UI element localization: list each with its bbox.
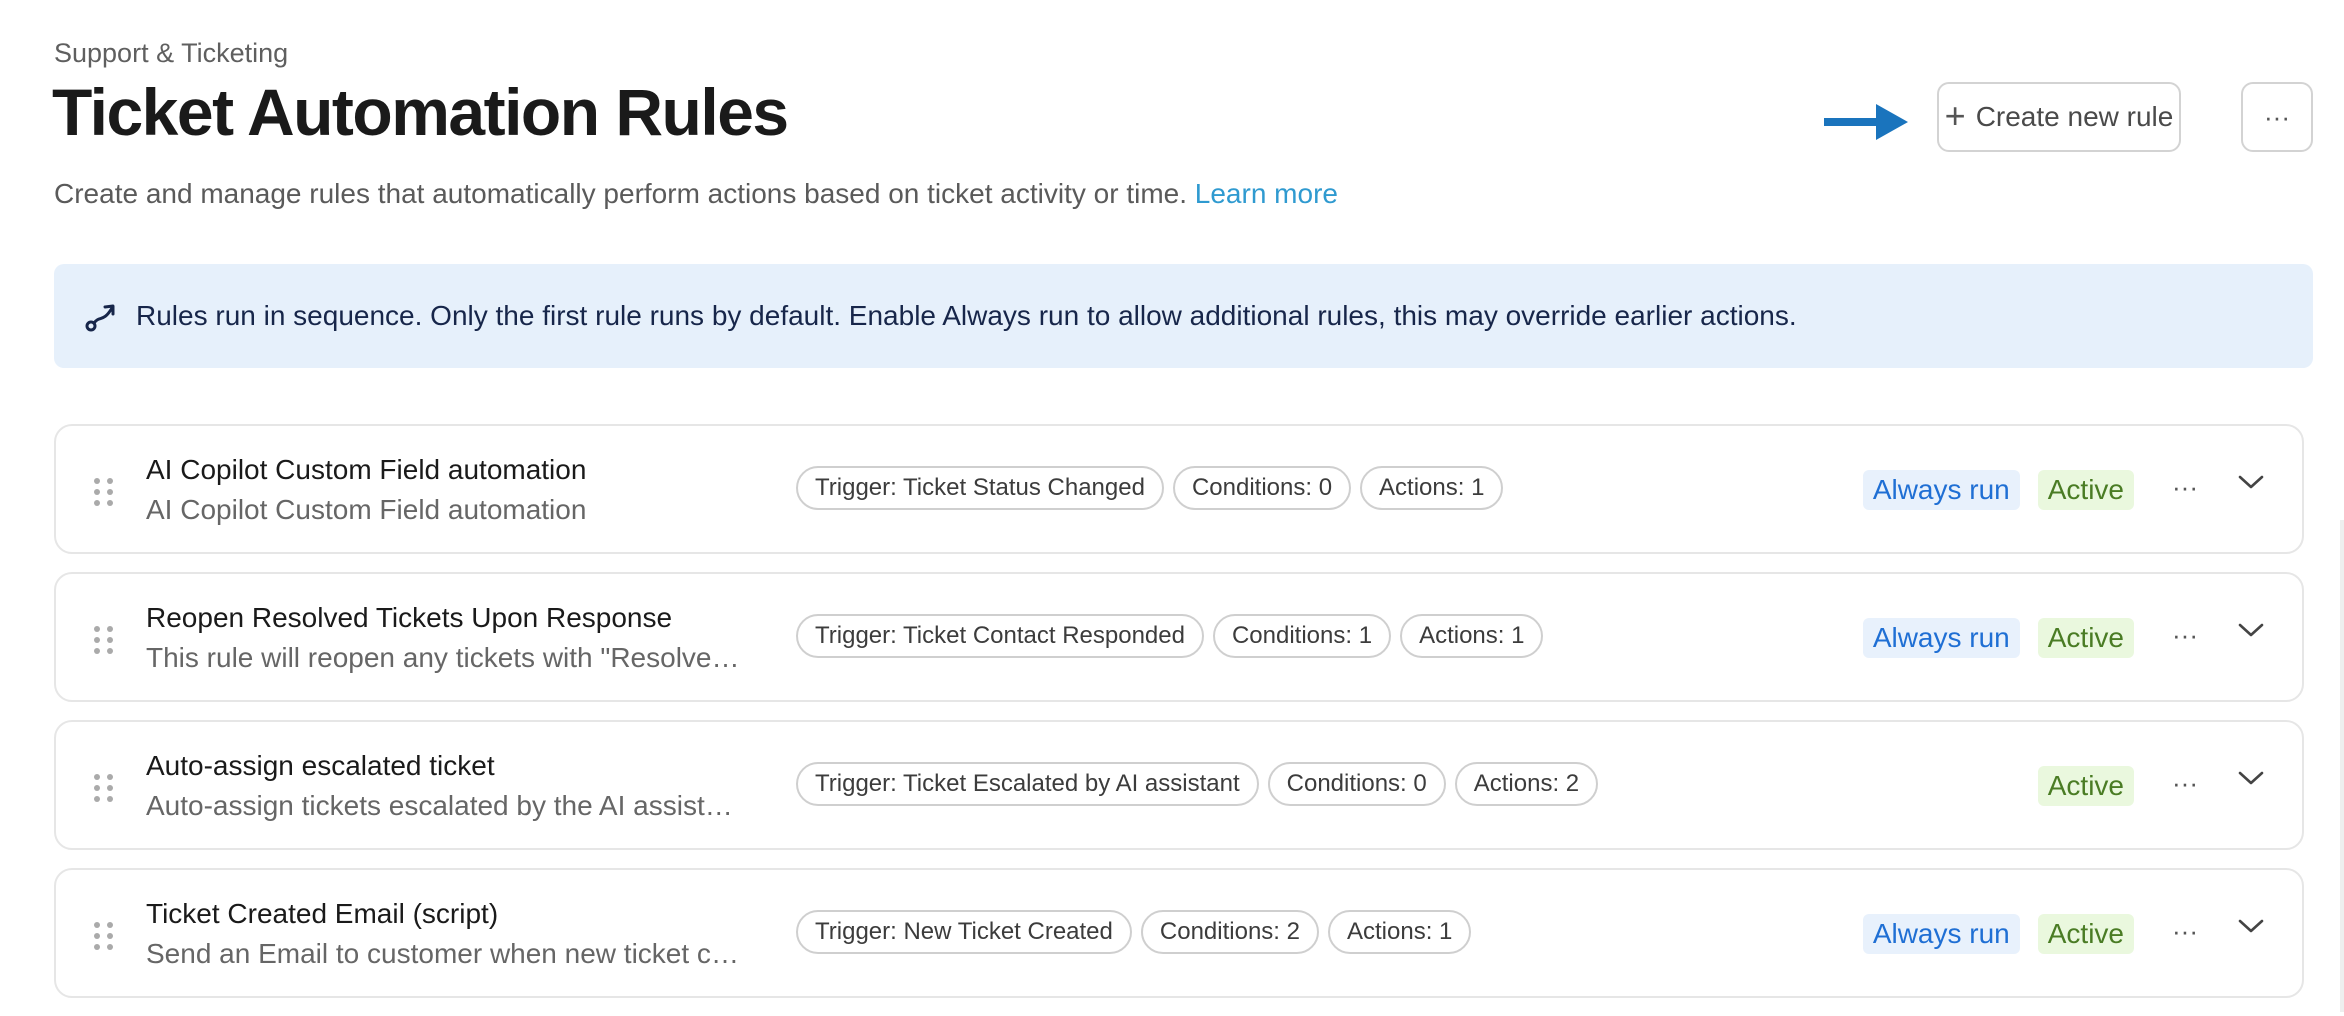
rule-description: Auto-assign tickets escalated by the AI … [146, 790, 746, 821]
chevron-down-icon[interactable] [2238, 770, 2264, 786]
actions-chip: Actions: 1 [1360, 466, 1504, 510]
status-badge: Active [2037, 914, 2134, 954]
rules-list: AI Copilot Custom Field automation AI Co… [54, 424, 2304, 1016]
create-new-rule-button[interactable]: + Create new rule [1937, 82, 2181, 152]
row-more-button[interactable]: ··· [2172, 620, 2198, 651]
rule-name: Auto-assign escalated ticket [146, 750, 495, 781]
drag-handle-icon[interactable] [94, 478, 114, 506]
chevron-down-icon[interactable] [2238, 474, 2264, 490]
create-new-rule-label: Create new rule [1975, 101, 2174, 132]
page-subtitle: Create and manage rules that automatical… [54, 178, 1338, 210]
conditions-chip: Conditions: 0 [1172, 466, 1352, 510]
row-more-button[interactable]: ··· [2172, 916, 2198, 947]
rule-description: This rule will reopen any tickets with "… [146, 642, 746, 673]
rule-row[interactable]: AI Copilot Custom Field automation AI Co… [54, 424, 2304, 554]
chevron-down-icon[interactable] [2238, 622, 2264, 638]
row-more-button[interactable]: ··· [2172, 768, 2198, 799]
banner-text: Rules run in sequence. Only the first ru… [136, 300, 1797, 331]
conditions-chip: Conditions: 0 [1267, 762, 1446, 806]
trigger-chip: Trigger: Ticket Status Changed [796, 466, 1164, 510]
arrow-right-icon [1824, 104, 1908, 140]
status-badge: Active [2037, 470, 2134, 510]
page-title: Ticket Automation Rules [52, 75, 789, 149]
rule-description: AI Copilot Custom Field automation [146, 494, 587, 525]
status-badge: Active [2037, 618, 2134, 658]
always-run-badge: Always run [1862, 470, 2020, 510]
more-options-button[interactable]: ··· [2241, 82, 2313, 152]
info-banner: Rules run in sequence. Only the first ru… [54, 264, 2313, 368]
conditions-chip: Conditions: 2 [1140, 910, 1319, 954]
rule-name: Reopen Resolved Tickets Upon Response [146, 602, 673, 633]
actions-chip: Actions: 2 [1454, 762, 1599, 806]
rule-description: Send an Email to customer when new ticke… [146, 938, 746, 969]
always-run-badge: Always run [1862, 914, 2020, 954]
scrollbar[interactable] [2340, 520, 2344, 1012]
rule-name: Ticket Created Email (script) [146, 898, 499, 929]
actions-chip: Actions: 1 [1400, 614, 1544, 658]
trigger-chip: Trigger: Ticket Escalated by AI assistan… [796, 762, 1259, 806]
rule-row[interactable]: Auto-assign escalated ticket Auto-assign… [54, 720, 2304, 850]
rule-name: AI Copilot Custom Field automation [146, 454, 587, 485]
trigger-chip: Trigger: Ticket Contact Responded [796, 614, 1204, 658]
subtitle-text: Create and manage rules that automatical… [54, 178, 1187, 209]
drag-handle-icon[interactable] [94, 626, 114, 654]
trigger-chip: Trigger: New Ticket Created [796, 910, 1132, 954]
always-run-badge: Always run [1862, 618, 2020, 658]
chevron-down-icon[interactable] [2238, 918, 2264, 934]
breadcrumb[interactable]: Support & Ticketing [54, 38, 288, 69]
drag-handle-icon[interactable] [94, 922, 114, 950]
rule-row[interactable]: Reopen Resolved Tickets Upon Response Th… [54, 572, 2304, 702]
plus-icon: + [1944, 94, 1966, 136]
drag-handle-icon[interactable] [94, 774, 114, 802]
learn-more-link[interactable]: Learn more [1195, 178, 1338, 209]
rule-row[interactable]: Ticket Created Email (script) Send an Em… [54, 868, 2304, 998]
status-badge: Active [2037, 766, 2134, 806]
actions-chip: Actions: 1 [1327, 910, 1472, 954]
sequence-icon [85, 304, 115, 332]
conditions-chip: Conditions: 1 [1212, 614, 1392, 658]
row-more-button[interactable]: ··· [2172, 472, 2198, 503]
